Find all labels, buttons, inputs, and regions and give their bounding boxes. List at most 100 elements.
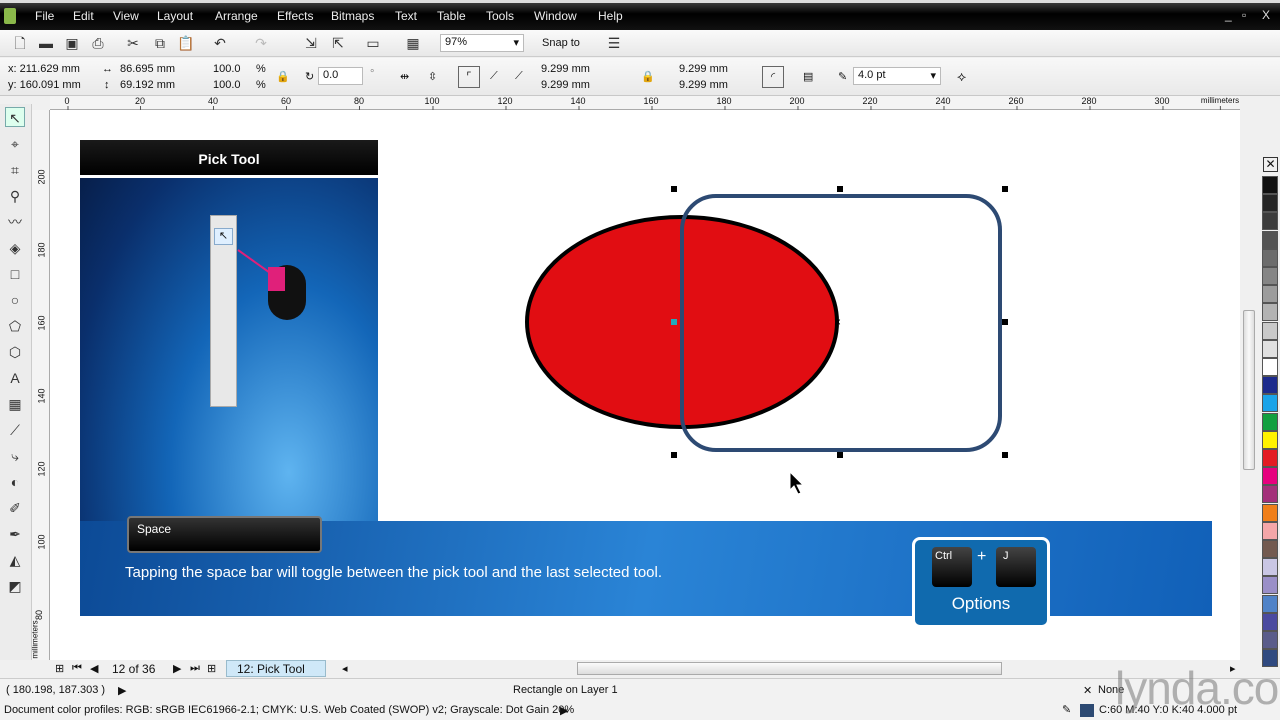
color-swatch[interactable] xyxy=(1262,449,1278,467)
page-tab-12[interactable]: 12: Pick Tool xyxy=(226,660,326,677)
crop-tool-icon[interactable]: ⌗ xyxy=(5,160,25,180)
cut-icon[interactable]: ✂ xyxy=(125,35,141,51)
drawing-canvas[interactable]: Pick Tool ↖ Space Tapping the space bar … xyxy=(50,110,1240,660)
scale-x-field[interactable]: 100.0 xyxy=(213,63,241,75)
menu-layout[interactable]: Layout xyxy=(157,9,193,23)
freehand-tool-icon[interactable]: 〰 xyxy=(5,212,25,232)
polygon-tool-icon[interactable]: ⬠ xyxy=(5,316,25,336)
color-swatch[interactable] xyxy=(1262,303,1278,322)
dimension-tool-icon[interactable]: ⟋ xyxy=(5,420,25,440)
round-corner-icon[interactable]: ⌜ xyxy=(458,66,480,88)
profiles-arrow-icon[interactable]: ▶ xyxy=(560,704,568,717)
add-page-after-icon[interactable]: ⊞ xyxy=(207,662,216,675)
shape-tool-icon[interactable]: ⌖ xyxy=(5,134,25,154)
convert-to-curves-icon[interactable]: ⟡ xyxy=(957,68,966,85)
connector-tool-icon[interactable]: ⤷ xyxy=(5,446,25,466)
text-tool-icon[interactable]: A xyxy=(5,368,25,388)
menu-edit[interactable]: Edit xyxy=(73,9,94,23)
menu-bitmaps[interactable]: Bitmaps xyxy=(331,9,374,23)
no-color-swatch-icon[interactable]: ✕ xyxy=(1263,157,1278,172)
menu-text[interactable]: Text xyxy=(395,9,417,23)
vertical-ruler[interactable]: 200 180 160 140 120 100 80 millimeters xyxy=(31,110,50,660)
menu-effects[interactable]: Effects xyxy=(277,9,313,23)
wrap-text-icon[interactable]: ▤ xyxy=(803,70,813,83)
options-icon[interactable]: ☰ xyxy=(606,35,622,51)
new-document-icon[interactable]: 🗋 xyxy=(12,35,28,51)
color-swatch[interactable] xyxy=(1262,558,1278,577)
save-icon[interactable]: ▣ xyxy=(64,35,80,51)
menu-tools[interactable]: Tools xyxy=(486,9,514,23)
lock-corners-icon[interactable]: 🔒 xyxy=(641,70,655,83)
corner-radius-top-right[interactable]: 9.299 mm xyxy=(679,63,728,75)
color-profiles[interactable]: Document color profiles: RGB: sRGB IEC61… xyxy=(4,704,574,716)
import-icon[interactable]: ⇲ xyxy=(303,35,319,51)
color-swatch[interactable] xyxy=(1262,540,1278,558)
zoom-level-select[interactable]: 97% ▾ xyxy=(440,34,524,52)
scroll-left-icon[interactable]: ◂ xyxy=(342,662,348,675)
chamfered-corner-icon[interactable]: ⟋ xyxy=(515,70,523,83)
color-swatch[interactable] xyxy=(1262,248,1278,267)
scale-y-field[interactable]: 100.0 xyxy=(213,79,241,91)
table-tool-icon[interactable]: ▦ xyxy=(5,394,25,414)
y-position-field[interactable]: y: 160.091 mm xyxy=(8,79,81,91)
close-button[interactable]: X xyxy=(1262,8,1270,22)
publish-pdf-icon[interactable]: ▭ xyxy=(365,35,381,51)
height-field[interactable]: 69.192 mm xyxy=(120,79,175,91)
width-field[interactable]: 86.695 mm xyxy=(120,63,175,75)
next-page-icon[interactable]: ▶ xyxy=(173,662,181,675)
color-swatch[interactable] xyxy=(1262,376,1278,395)
menu-view[interactable]: View xyxy=(113,9,139,23)
mirror-vertical-icon[interactable]: ⇳ xyxy=(428,70,437,83)
relative-corner-scaling-icon[interactable]: ◜ xyxy=(762,66,784,88)
menu-help[interactable]: Help xyxy=(598,9,623,23)
pick-tool-icon[interactable]: ↖ xyxy=(5,107,25,127)
color-swatch[interactable] xyxy=(1262,358,1278,376)
print-icon[interactable]: ⎙ xyxy=(90,35,106,51)
fill-tool-icon[interactable]: ◭ xyxy=(5,550,25,570)
outline-tool-icon[interactable]: ✒ xyxy=(5,524,25,544)
scalloped-corner-icon[interactable]: ⟋ xyxy=(490,70,498,83)
color-swatch[interactable] xyxy=(1262,485,1278,504)
menu-window[interactable]: Window xyxy=(534,9,577,23)
color-swatch[interactable] xyxy=(1262,576,1278,595)
open-icon[interactable]: ▬ xyxy=(38,35,54,51)
interactive-fill-icon[interactable]: ◩ xyxy=(5,576,25,596)
color-swatch[interactable] xyxy=(1262,230,1278,249)
corner-radius-top-left[interactable]: 9.299 mm xyxy=(541,63,590,75)
color-swatch[interactable] xyxy=(1262,430,1278,449)
vertical-scroll-thumb[interactable] xyxy=(1243,310,1255,470)
color-swatch[interactable] xyxy=(1262,321,1278,340)
export-icon[interactable]: ⇱ xyxy=(330,35,346,51)
eyedropper-tool-icon[interactable]: ✐ xyxy=(5,498,25,518)
color-swatch[interactable] xyxy=(1262,194,1278,213)
rotation-angle-field[interactable]: 0.0 xyxy=(318,67,363,85)
ellipse-tool-icon[interactable]: ○ xyxy=(5,290,25,310)
blend-tool-icon[interactable]: ◐ xyxy=(5,472,25,492)
application-launcher-icon[interactable]: ▦ xyxy=(405,35,421,51)
color-swatch[interactable] xyxy=(1262,212,1278,231)
color-swatch[interactable] xyxy=(1262,521,1278,540)
outline-width-select[interactable]: 4.0 pt ▾ xyxy=(853,67,941,85)
color-swatch[interactable] xyxy=(1262,612,1278,631)
corner-radius-bottom-right[interactable]: 9.299 mm xyxy=(679,79,728,91)
color-swatch[interactable] xyxy=(1262,594,1278,613)
menu-file[interactable]: File xyxy=(35,9,54,23)
first-page-icon[interactable]: ⏮ xyxy=(72,662,82,675)
horizontal-scroll-thumb[interactable] xyxy=(577,662,1002,675)
undo-icon[interactable]: ↶ xyxy=(212,35,228,51)
lock-ratio-icon[interactable]: 🔒 xyxy=(276,70,290,83)
add-page-before-icon[interactable]: ⊞ xyxy=(55,662,64,675)
snap-to-dropdown[interactable]: Snap to xyxy=(542,37,580,49)
color-swatch[interactable] xyxy=(1262,503,1278,522)
copy-icon[interactable]: ⧉ xyxy=(152,35,168,51)
color-swatch[interactable] xyxy=(1262,285,1278,304)
color-swatch[interactable] xyxy=(1262,394,1278,413)
coords-menu-arrow-icon[interactable]: ▶ xyxy=(118,684,126,697)
color-swatch[interactable] xyxy=(1262,412,1278,431)
color-swatch[interactable] xyxy=(1262,267,1278,285)
last-page-icon[interactable]: ⏭ xyxy=(190,662,200,675)
menu-arrange[interactable]: Arrange xyxy=(215,9,258,23)
restore-button[interactable]: ▫ xyxy=(1242,8,1246,22)
color-swatch[interactable] xyxy=(1262,339,1278,358)
color-swatch[interactable] xyxy=(1262,631,1278,649)
